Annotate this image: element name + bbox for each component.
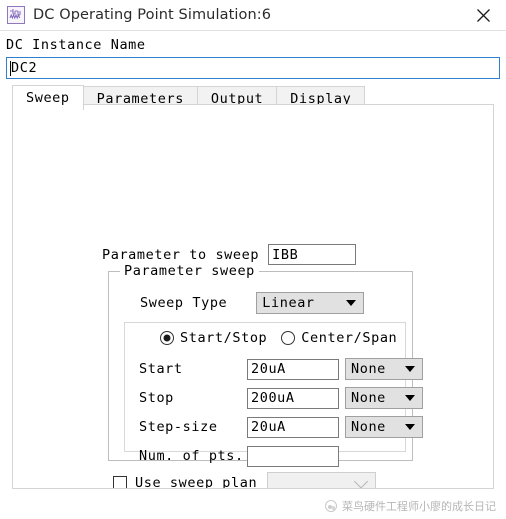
step-size-input[interactable]: 20uA [247,416,339,438]
watermark-text: 菜鸟硬件工程师小廖的成长日记 [342,500,496,513]
sweep-range-panel: Start/Stop Center/Span Start 20uA None S… [124,322,423,467]
parameter-sweep-group-title: Parameter sweep [120,263,259,279]
chevron-down-icon [346,300,357,306]
chevron-down-icon [405,395,415,401]
chevron-down-icon [354,474,369,488]
start-label: Start [139,361,183,377]
window-title: DC Operating Point Simulation:6 [33,7,272,23]
stop-label: Stop [139,390,174,406]
parameter-sweep-groupbox: Parameter sweep Sweep Type Linear Start/… [108,263,423,467]
stop-input[interactable]: 200uA [247,387,339,409]
start-row: Start 20uA None [139,358,423,380]
watermark: 菜鸟硬件工程师小廖的成长日记 [325,498,496,514]
start-input[interactable]: 20uA [247,358,339,380]
use-sweep-plan-label: Use sweep plan [135,475,258,489]
waveform-icon [7,6,25,24]
step-size-unit-dropdown[interactable]: None [345,416,423,438]
start-unit-value: None [351,361,386,377]
chevron-down-icon [405,424,415,430]
parameter-to-sweep-row: Parameter to sweep IBB [102,244,357,265]
sweep-pane: Parameter to sweep IBB Parameter sweep S… [13,105,493,488]
tab-sweep[interactable]: Sweep [12,85,84,110]
sweep-type-row: Sweep Type Linear [140,292,365,314]
stop-unit-dropdown[interactable]: None [345,387,423,409]
instance-name-label: DC Instance Name [6,37,146,53]
dc-instance-name-value: DC2 [11,60,38,76]
radio-center-span-label: Center/Span [301,330,398,346]
num-of-points-row: Num. of pts. [139,445,345,467]
step-size-row: Step-size 20uA None [139,416,423,438]
instance-name-block: DC Instance Name DC2 [0,31,506,79]
radio-center-span[interactable] [281,331,296,345]
close-icon[interactable] [460,0,506,31]
sweep-type-label: Sweep Type [140,295,228,311]
start-unit-dropdown[interactable]: None [345,358,423,380]
num-of-points-input[interactable] [247,445,339,467]
sweep-type-value: Linear [262,295,315,311]
stop-unit-value: None [351,390,386,406]
sweep-plan-dropdown[interactable] [267,472,377,488]
chevron-down-icon [405,366,415,372]
stop-row: Stop 200uA None [139,387,423,409]
parameter-to-sweep-input[interactable]: IBB [268,244,357,265]
num-of-points-label: Num. of pts. [139,448,244,464]
radio-start-stop-label: Start/Stop [180,330,268,346]
use-sweep-plan-checkbox[interactable] [113,476,127,488]
tab-content-panel: Parameter to sweep IBB Parameter sweep S… [12,104,494,489]
window-titlebar: DC Operating Point Simulation:6 [0,0,506,31]
dc-instance-name-input[interactable]: DC2 [6,57,500,79]
sweep-mode-radio-group: Start/Stop Center/Span [160,330,411,346]
sweep-type-dropdown[interactable]: Linear [256,292,365,314]
use-sweep-plan-row: Use sweep plan [113,472,377,489]
step-size-label: Step-size [139,419,218,435]
radio-start-stop[interactable] [160,331,174,345]
watermark-logo-icon [325,500,337,512]
parameter-to-sweep-label: Parameter to sweep [102,246,260,263]
step-size-unit-value: None [351,419,386,435]
